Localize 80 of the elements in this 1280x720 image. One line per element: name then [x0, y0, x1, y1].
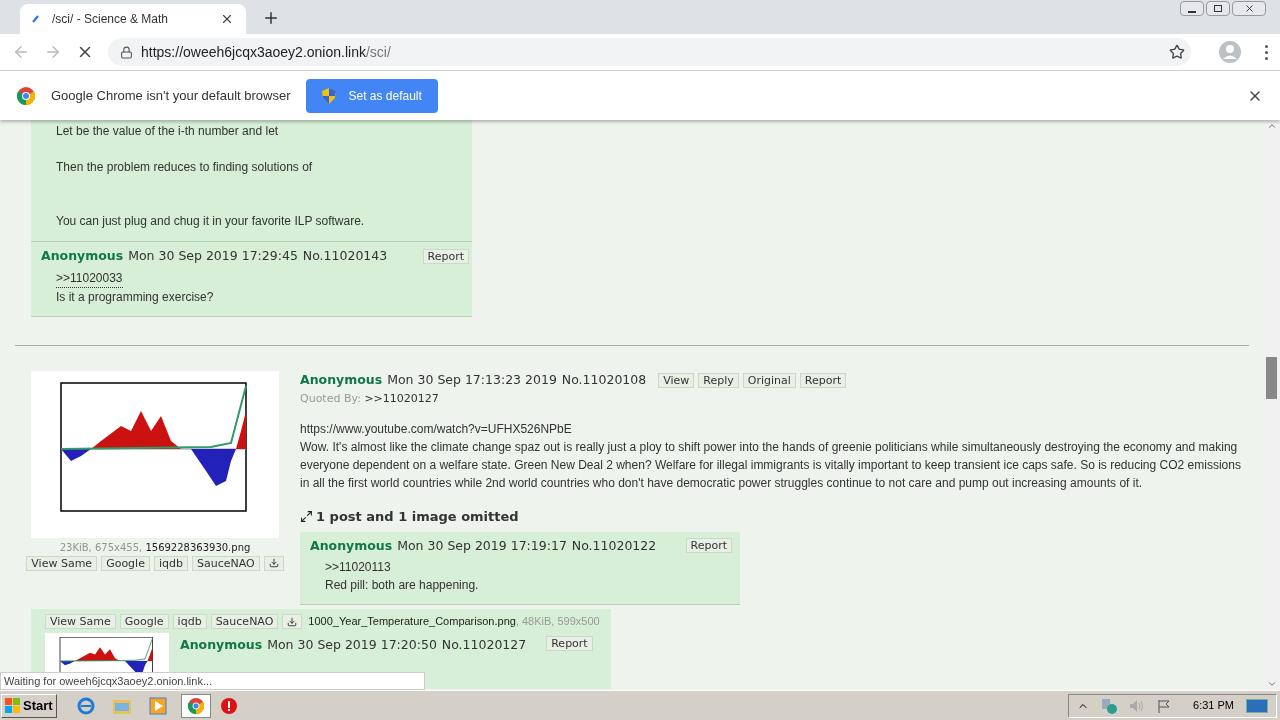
network-icon[interactable]	[1101, 697, 1118, 714]
post-number[interactable]: No.11020127	[441, 635, 527, 655]
file-name-link[interactable]: 1569228363930.png	[145, 541, 251, 553]
shield-icon	[322, 87, 337, 104]
post-text: Then the problem reduces to finding solutions of	[56, 159, 314, 176]
post-number[interactable]: No.11020108	[561, 370, 647, 390]
quoted-by-label: Quoted By:	[300, 391, 361, 405]
quote-link[interactable]: >>11020033	[56, 268, 123, 288]
file-name-link[interactable]: 1000_Year_Temperature_Comparison.png	[308, 615, 516, 628]
poster-name: Anonymous	[180, 635, 263, 654]
chrome-logo-icon	[17, 86, 35, 105]
forward-icon[interactable]	[44, 43, 62, 61]
browser-tab[interactable]: /sci/ - Science & Math	[20, 4, 246, 34]
post-number[interactable]: No.11020122	[571, 536, 657, 556]
report-button[interactable]: Report	[422, 248, 469, 264]
omitted-notice: 1 post and 1 image omitted	[316, 508, 519, 526]
bookmark-star-icon[interactable]	[1169, 44, 1185, 60]
download-icon	[287, 616, 298, 627]
back-icon[interactable]	[12, 43, 30, 61]
windows-logo-icon	[5, 697, 21, 714]
image-search-button[interactable]: iqdb	[153, 555, 188, 571]
image-search-button[interactable]: SauceNAO	[191, 555, 260, 571]
start-button[interactable]: Start	[1, 693, 57, 718]
internet-explorer-icon[interactable]	[76, 696, 95, 715]
post-text: Red pill: both are happening.	[325, 577, 480, 595]
image-search-button[interactable]: iqdb	[172, 614, 207, 629]
post-text: Is it a programming exercise?	[56, 288, 215, 306]
report-button[interactable]: Report	[685, 538, 732, 554]
post-action-button[interactable]: View	[658, 372, 695, 388]
post-action-button[interactable]: Reply	[698, 372, 739, 388]
stop-sign-icon[interactable]	[220, 697, 237, 714]
report-button[interactable]: Report	[546, 635, 593, 651]
post-date: Mon 30 Sep 2019 17:29:45	[128, 247, 298, 265]
poster-name: Anonymous	[300, 370, 383, 389]
scroll-down-icon[interactable]	[1266, 679, 1277, 689]
poster-name: Anonymous	[41, 247, 124, 265]
youtube-link[interactable]: https://www.youtube.com/watch?v=UFHX526NPbE	[300, 420, 572, 438]
quote-link[interactable]: >>11020127	[364, 391, 439, 405]
post-date: Mon 30 Sep 17:13:23 2019	[387, 370, 557, 389]
media-player-icon[interactable]	[148, 696, 167, 715]
file-info: , 48KiB, 599x500	[515, 615, 600, 628]
post-date: Mon 30 Sep 2019 17:19:17	[397, 536, 567, 555]
quote-link[interactable]: >>11020113	[325, 558, 391, 577]
new-tab-icon[interactable]	[262, 9, 280, 27]
menu-icon[interactable]	[1265, 44, 1268, 60]
poster-name: Anonymous	[310, 536, 393, 555]
address-bar[interactable]: https://oweeh6jcqx3aoey2.onion.link/sci/	[108, 38, 1191, 66]
post-text: Wow. It's almost like the climate change spaz out is really just a ploy to shift power into the hands of greenie politicians while simultaneously destroying the economy and making everyone dependent on a welfare state. Green New Deal 2 when? Welfare for illegal immigrants is vitally important to keep transient ice caps safe. So is reducing CO2 emissions in all the first world countries while 2nd world countries who don't have democratic power struggles continue to not care and pump out increasing amounts of it.	[300, 439, 1242, 492]
lock-icon	[120, 45, 133, 59]
file-info: 23KiB, 675x455,	[59, 541, 144, 553]
chrome-logo-icon	[187, 697, 204, 714]
image-search-button[interactable]: Google	[101, 555, 150, 571]
infobar-message: Google Chrome isn't your default browser	[51, 86, 291, 105]
image-search-button[interactable]: View Same	[26, 555, 98, 571]
chrome-taskbar-button[interactable]	[180, 693, 211, 718]
status-bubble: Waiting for oweeh6jcqx3aoey2.onion.link...	[0, 672, 425, 690]
loading-icon	[32, 15, 40, 23]
set-default-button[interactable]: Set as default	[306, 78, 438, 113]
scrollbar-thumb[interactable]	[1266, 357, 1277, 399]
post-text: You can just plug and chug it in your favorite ILP software.	[56, 213, 366, 230]
show-desktop-icon[interactable]	[1246, 698, 1268, 713]
clock[interactable]: 6:31 PM	[1193, 697, 1234, 714]
flag-icon[interactable]	[1157, 698, 1172, 713]
close-icon[interactable]	[220, 12, 234, 26]
post-date: Mon 30 Sep 2019 17:20:50	[267, 635, 437, 654]
scroll-up-icon[interactable]	[1266, 121, 1277, 131]
expand-icon[interactable]	[300, 510, 313, 524]
image-search-button[interactable]: Google	[119, 614, 169, 629]
post-action-button[interactable]: Original	[742, 372, 796, 388]
minimize-icon[interactable]	[1180, 1, 1204, 16]
post-text: Let be the value of the i-th number and let	[56, 123, 280, 140]
download-icon	[268, 558, 279, 569]
download-button[interactable]	[282, 614, 303, 629]
tab-title: /sci/ - Science & Math	[52, 11, 170, 28]
restore-icon[interactable]	[1206, 1, 1230, 16]
image-search-button[interactable]: View Same	[45, 614, 116, 629]
download-button[interactable]	[263, 555, 284, 571]
image-search-button[interactable]: SauceNAO	[210, 614, 279, 629]
post-number[interactable]: No.11020143	[302, 247, 388, 266]
post-action-button[interactable]: Report	[799, 372, 847, 388]
